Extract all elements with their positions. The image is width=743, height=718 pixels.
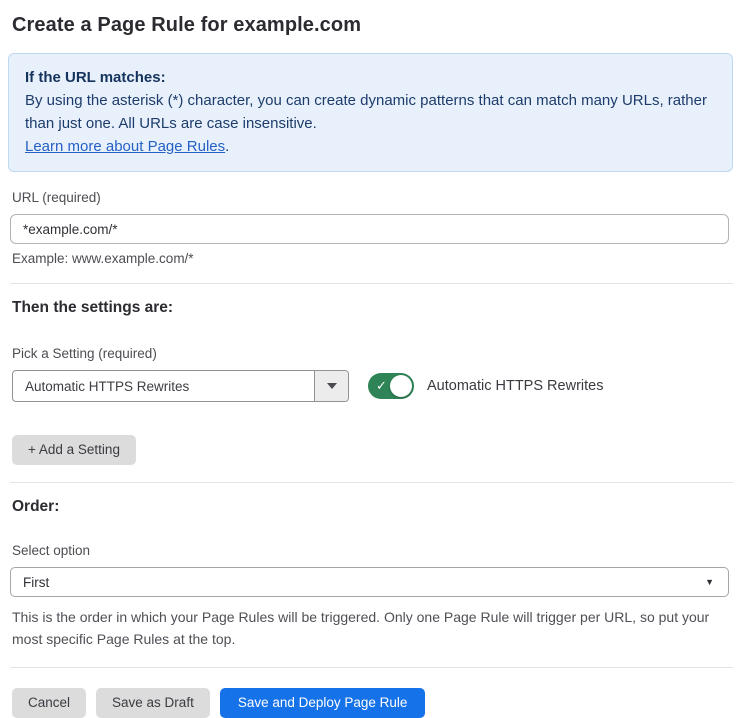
setting-dropdown-value: Automatic HTTPS Rewrites (25, 378, 190, 394)
url-label: URL (required) (12, 190, 101, 205)
chevron-down-icon (326, 383, 337, 389)
divider (10, 482, 733, 483)
order-select[interactable]: First ▼ (10, 567, 729, 597)
info-box-heading: If the URL matches: (25, 69, 166, 86)
action-buttons: Cancel Save as Draft Save and Deploy Pag… (12, 688, 733, 718)
create-page-rule-form: Create a Page Rule for example.com If th… (0, 0, 743, 718)
cancel-button[interactable]: Cancel (12, 688, 87, 718)
setting-toggle[interactable]: ✓ (368, 373, 414, 399)
url-example-helper: Example: www.example.com/* (12, 251, 194, 266)
divider (10, 283, 733, 284)
save-draft-button[interactable]: Save as Draft (96, 688, 210, 718)
learn-more-link[interactable]: Learn more about Page Rules (25, 138, 225, 155)
order-helper: This is the order in which your Page Rul… (12, 609, 710, 647)
divider (10, 667, 733, 668)
check-icon: ✓ (376, 378, 387, 393)
order-select-value: First (23, 574, 50, 590)
url-input[interactable] (10, 214, 729, 244)
url-match-info-box: If the URL matches: By using the asteris… (8, 53, 733, 172)
pick-setting-label: Pick a Setting (required) (12, 346, 157, 361)
toggle-knob (390, 375, 412, 397)
add-setting-button[interactable]: + Add a Setting (12, 435, 136, 465)
toggle-label: Automatic HTTPS Rewrites (427, 378, 604, 394)
order-heading: Order: (12, 498, 60, 515)
page-title: Create a Page Rule for example.com (12, 14, 362, 36)
settings-heading: Then the settings are: (12, 299, 174, 316)
setting-dropdown[interactable]: Automatic HTTPS Rewrites (12, 370, 349, 402)
info-link-line: Learn more about Page Rules. (25, 135, 716, 158)
setting-row: Automatic HTTPS Rewrites ✓ Automatic HTT… (12, 370, 733, 402)
chevron-down-icon: ▼ (705, 577, 714, 587)
select-option-label: Select option (12, 543, 91, 558)
link-suffix: . (225, 138, 230, 155)
save-deploy-button[interactable]: Save and Deploy Page Rule (219, 688, 426, 718)
info-box-body: By using the asterisk (*) character, you… (25, 92, 707, 132)
dropdown-arrow-button[interactable] (314, 371, 348, 401)
